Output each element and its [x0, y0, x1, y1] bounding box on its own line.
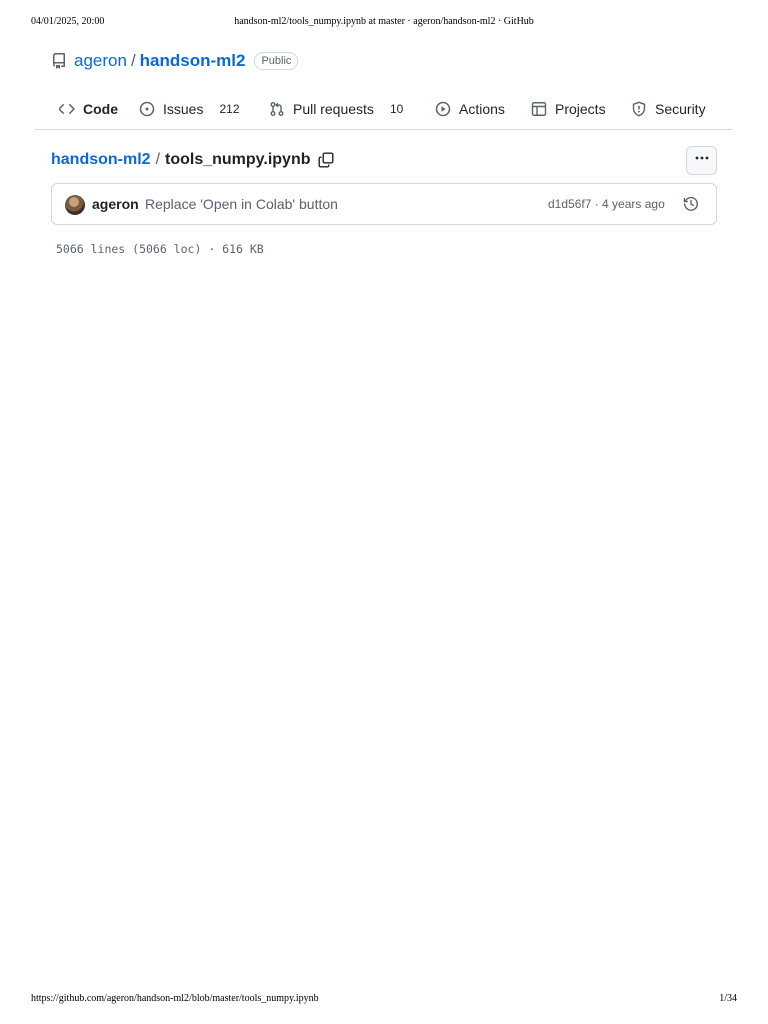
issue-opened-icon [139, 101, 155, 117]
print-header: 04/01/2025, 20:00 handson-ml2/tools_nump… [0, 16, 768, 32]
table-icon [531, 101, 547, 117]
shield-icon [631, 101, 647, 117]
code-icon [59, 101, 75, 117]
tab-code[interactable]: Code [59, 88, 118, 130]
repo-heading: ageron / handson-ml2 Public [51, 48, 299, 74]
play-icon [435, 101, 451, 117]
breadcrumb-file-name: tools_numpy.ipynb [165, 151, 311, 168]
print-footer: https://github.com/ageron/handson-ml2/bl… [0, 993, 768, 1009]
file-info: 5066 lines (5066 loc) · 616 KB [56, 242, 264, 256]
repo-nav-tabs: Code Issues 212 Pull requests 10 Actions… [35, 88, 732, 130]
kebab-horizontal-icon [694, 150, 710, 171]
more-options-button[interactable] [686, 146, 717, 175]
commit-message-link[interactable]: Replace 'Open in Colab' button [145, 196, 338, 212]
history-icon[interactable] [683, 196, 699, 212]
repo-owner-link[interactable]: ageron [74, 51, 127, 71]
tab-pull-requests-label: Pull requests [293, 101, 374, 117]
print-page-number: 1/34 [719, 993, 737, 1004]
breadcrumb-repo-link[interactable]: handson-ml2 [51, 151, 151, 169]
tab-issues-label: Issues [163, 101, 204, 117]
commit-sha-time[interactable]: d1d56f7 · 4 years ago [548, 197, 665, 211]
git-pull-request-icon [269, 101, 285, 117]
tab-actions[interactable]: Actions [435, 88, 505, 130]
tab-actions-label: Actions [459, 101, 505, 117]
copy-path-icon[interactable] [318, 152, 334, 168]
tab-security-label: Security [655, 101, 706, 117]
tab-security[interactable]: Security [631, 88, 706, 130]
print-page-title: handson-ml2/tools_numpy.ipynb at master … [234, 16, 534, 27]
repo-icon [51, 53, 67, 69]
latest-commit-box: ageron Replace 'Open in Colab' button d1… [51, 183, 717, 225]
issues-count: 212 [219, 102, 240, 116]
tab-pull-requests[interactable]: Pull requests 10 [269, 88, 403, 130]
repo-separator: / [130, 51, 136, 70]
breadcrumb-separator: / [155, 151, 161, 168]
breadcrumb: handson-ml2 / tools_numpy.ipynb [51, 148, 334, 172]
avatar[interactable] [65, 195, 85, 215]
repo-name-link[interactable]: handson-ml2 [140, 51, 246, 71]
print-url: https://github.com/ageron/handson-ml2/bl… [31, 993, 319, 1004]
tab-code-label: Code [83, 101, 118, 117]
visibility-badge: Public [254, 52, 299, 70]
tab-projects-label: Projects [555, 101, 606, 117]
tab-projects[interactable]: Projects [531, 88, 606, 130]
pull-requests-count: 10 [389, 102, 404, 116]
tab-issues[interactable]: Issues 212 [139, 88, 240, 130]
commit-author-link[interactable]: ageron [92, 196, 139, 212]
